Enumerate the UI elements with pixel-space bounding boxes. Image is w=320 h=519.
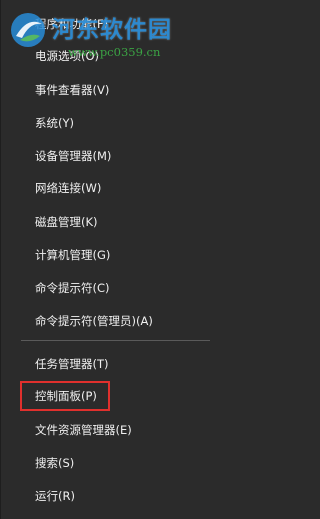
menu-item-command-prompt[interactable]: 命令提示符(C) <box>1 272 230 304</box>
menu-item-run[interactable]: 运行(R) <box>1 480 230 512</box>
menu-item-programs-and-features[interactable]: 程序和功能(F) <box>1 8 230 40</box>
menu-item-control-panel[interactable]: 控制面板(P) <box>1 380 230 412</box>
menu-item-power-options[interactable]: 电源选项(O) <box>1 40 230 72</box>
menu-item-command-prompt-admin[interactable]: 命令提示符(管理员)(A) <box>1 305 230 337</box>
menu-item-disk-management[interactable]: 磁盘管理(K) <box>1 206 230 238</box>
menu-item-event-viewer[interactable]: 事件查看器(V) <box>1 74 230 106</box>
menu-item-computer-management[interactable]: 计算机管理(G) <box>1 239 230 271</box>
menu-item-device-manager[interactable]: 设备管理器(M) <box>1 140 230 172</box>
menu-separator <box>21 340 210 341</box>
menu-item-system[interactable]: 系统(Y) <box>1 107 230 139</box>
menu-item-file-explorer[interactable]: 文件资源管理器(E) <box>1 414 230 446</box>
menu-item-search[interactable]: 搜索(S) <box>1 447 230 479</box>
menu-item-network-connections[interactable]: 网络连接(W) <box>1 172 230 204</box>
quick-link-context-menu: 程序和功能(F) 电源选项(O) 事件查看器(V) 系统(Y) 设备管理器(M)… <box>0 0 229 519</box>
menu-item-task-manager[interactable]: 任务管理器(T) <box>1 348 230 380</box>
